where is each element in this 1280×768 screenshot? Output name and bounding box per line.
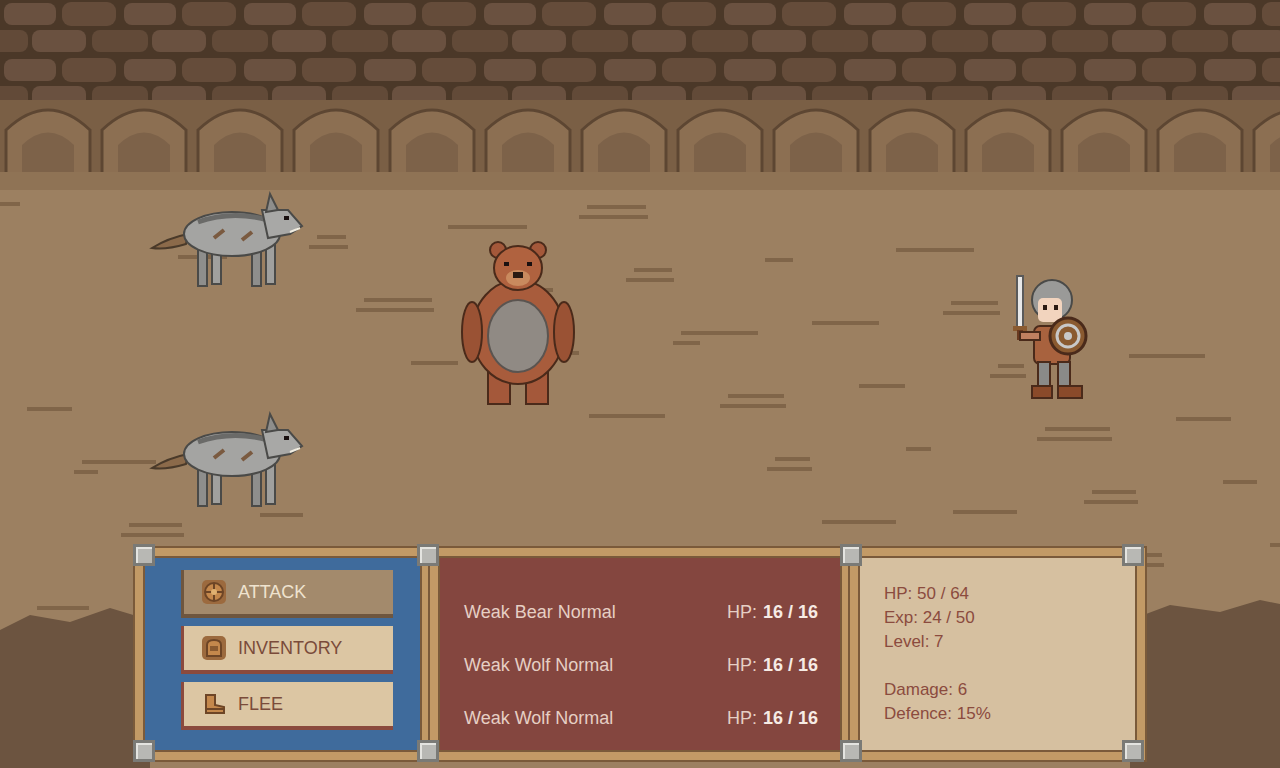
menu-button[interactable]: ATTACK: [181, 570, 393, 618]
enemy-name: Weak Wolf Normal: [464, 655, 613, 676]
rivet: [840, 740, 862, 762]
stat-group: Damage: 6Defence: 15%: [884, 678, 1127, 726]
stat-line: Exp: 24 / 50: [884, 606, 1127, 630]
stat-line: Level: 7: [884, 630, 1127, 654]
enemy-sprite[interactable]: [148, 408, 304, 512]
enemy-name: Weak Wolf Normal: [464, 708, 613, 729]
menu-button-label: INVENTORY: [238, 638, 342, 659]
enemy-name: Weak Bear Normal: [464, 602, 616, 623]
menu-button-label: ATTACK: [238, 582, 306, 603]
menu-button[interactable]: FLEE: [181, 682, 393, 730]
rivet: [417, 544, 439, 566]
enemy-hp: HP:16 / 16: [727, 602, 818, 623]
enemy-list: Weak Bear NormalHP:16 / 16Weak Wolf Norm…: [430, 548, 850, 760]
stat-group: HP: 50 / 64Exp: 24 / 50Level: 7: [884, 582, 1127, 654]
enemy-row: Weak Wolf Normal HP:16 / 16: [464, 639, 818, 692]
hero-icon: [1012, 272, 1092, 402]
player-stats: HP: 50 / 64Exp: 24 / 50Level: 7 Damage: 6…: [850, 548, 1145, 760]
enemy-sprite[interactable]: [458, 240, 578, 408]
wolf-icon: [148, 408, 304, 512]
stat-line: Damage: 6: [884, 678, 1127, 702]
menu-button-label: FLEE: [238, 694, 283, 715]
enemy-row: Weak Bear Normal HP:16 / 16: [464, 586, 818, 639]
battle-panel: ATTACK INVENTORY FLEE Weak Bear Normal HP:16…: [135, 548, 1145, 760]
enemy-hp: HP:16 / 16: [727, 655, 818, 676]
boot-icon: [200, 690, 228, 718]
battle-screen: ATTACK INVENTORY FLEE Weak Bear Normal HP:16…: [0, 0, 1280, 768]
stat-line: HP: 50 / 64: [884, 582, 1127, 606]
cave-wall: [0, 0, 1280, 190]
bag-icon: [200, 634, 228, 662]
wolf-icon: [148, 188, 304, 292]
rivet: [133, 740, 155, 762]
enemy-hp: HP:16 / 16: [727, 708, 818, 729]
menu-button[interactable]: INVENTORY: [181, 626, 393, 674]
enemy-sprite[interactable]: [148, 188, 304, 292]
stat-line: Defence: 15%: [884, 702, 1127, 726]
attack-icon: [200, 578, 228, 606]
battle-field: ATTACK INVENTORY FLEE Weak Bear Normal HP:16…: [0, 190, 1280, 768]
bear-icon: [458, 240, 578, 408]
rivet: [133, 544, 155, 566]
rivet: [1122, 740, 1144, 762]
enemy-row: Weak Wolf Normal HP:16 / 16: [464, 692, 818, 745]
rivet: [417, 740, 439, 762]
rivet: [1122, 544, 1144, 566]
action-menu: ATTACK INVENTORY FLEE: [135, 548, 430, 760]
rivet: [840, 544, 862, 566]
hero-sprite[interactable]: [1012, 272, 1092, 402]
cave-wall-rocks: [0, 0, 1280, 190]
